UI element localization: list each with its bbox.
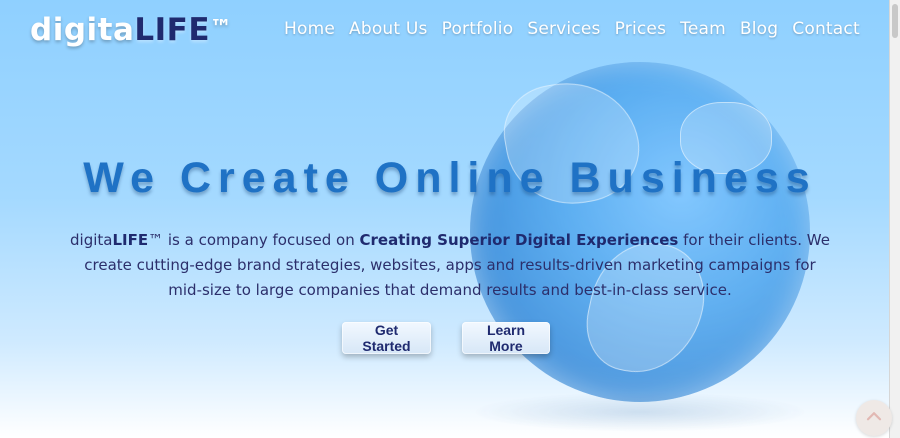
site-header: digitaLIFE™ Home About Us Portfolio Serv… (0, 0, 900, 60)
nav-item-home[interactable]: Home (284, 19, 335, 39)
hero-text-highlight: Creating Superior Digital Experiences (359, 231, 679, 249)
chevron-up-icon (866, 412, 882, 421)
vertical-scrollbar[interactable] (889, 0, 900, 438)
nav-item-contact[interactable]: Contact (792, 19, 860, 39)
back-to-top-button[interactable] (856, 400, 892, 436)
scrollbar-thumb[interactable] (892, 4, 898, 38)
logo-life: LIFE (134, 12, 211, 48)
logo-trademark: ™ (210, 16, 233, 41)
hero-title: We Create Online Business (83, 154, 817, 202)
nav-item-portfolio[interactable]: Portfolio (442, 19, 514, 39)
main-navigation: Home About Us Portfolio Services Prices … (284, 19, 860, 39)
nav-item-prices[interactable]: Prices (615, 19, 667, 39)
site-logo[interactable]: digitaLIFE™ (30, 12, 233, 48)
nav-item-blog[interactable]: Blog (740, 19, 778, 39)
hero-text-brand-prefix: digita (70, 231, 113, 249)
nav-item-team[interactable]: Team (680, 19, 726, 39)
hero-text-brand-life: LIFE (112, 231, 149, 249)
logo-prefix: digita (30, 12, 135, 48)
nav-item-services[interactable]: Services (527, 19, 600, 39)
hero-text-intro: ™ is a company focused on (148, 231, 360, 249)
get-started-button[interactable]: Get Started (342, 322, 431, 354)
learn-more-button[interactable]: Learn More (462, 322, 550, 354)
hero-description: digitaLIFE™ is a company focused on Crea… (70, 228, 830, 303)
nav-item-about-us[interactable]: About Us (349, 19, 428, 39)
